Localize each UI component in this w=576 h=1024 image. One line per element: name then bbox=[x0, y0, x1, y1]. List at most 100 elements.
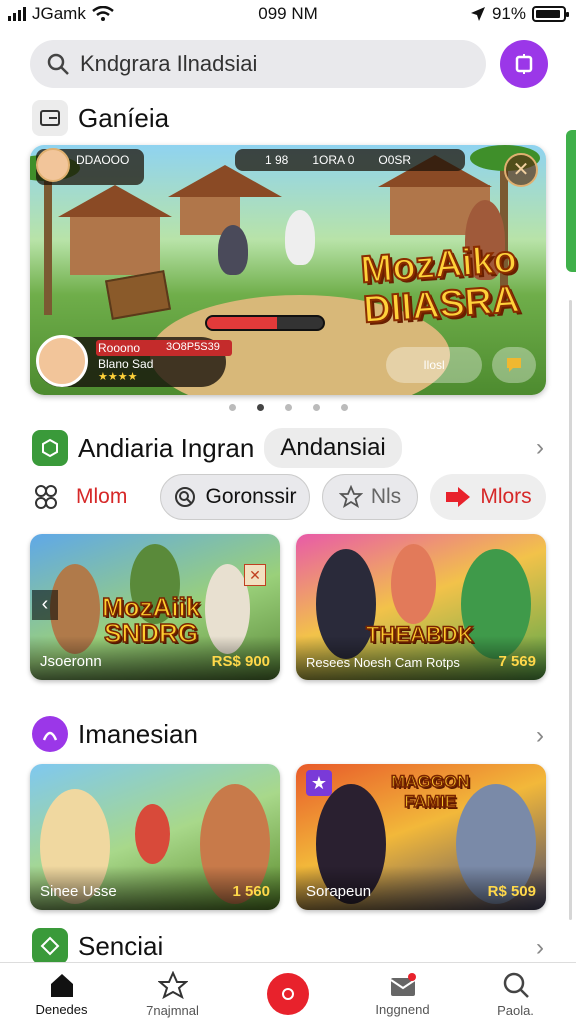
nav-record[interactable] bbox=[230, 963, 345, 1024]
nav-label: 7najmnal bbox=[146, 1002, 199, 1018]
chip-label: Nls bbox=[370, 485, 402, 508]
reward-label: Ilosl bbox=[423, 358, 445, 372]
categories-title: Andiaria Ingran bbox=[78, 432, 255, 463]
star-icon bbox=[338, 485, 363, 508]
card-name: Sorapeun bbox=[306, 883, 372, 900]
location-icon bbox=[470, 7, 485, 21]
card-logo-line: MozAiik bbox=[101, 592, 201, 622]
carousel-dot[interactable] bbox=[340, 404, 348, 411]
battery-percent: 91% bbox=[491, 4, 526, 23]
carousel-prev-button[interactable]: ‹ bbox=[32, 590, 58, 620]
chevron-right-icon[interactable]: › bbox=[536, 722, 544, 750]
second-section-header[interactable]: Imanesian bbox=[32, 716, 198, 752]
game-card[interactable]: Sinee Usse 1 560 bbox=[30, 764, 280, 910]
filter-chips: Mlom Goronssir Nls Mlors bbox=[32, 474, 548, 520]
health-bar-fill bbox=[207, 317, 277, 329]
hud-avatar bbox=[36, 148, 70, 182]
hero-logo-line: DIIASRA bbox=[361, 278, 522, 333]
chip-label: Mlors bbox=[480, 485, 532, 508]
card-name: Resees Noesh Cam Rotps bbox=[306, 655, 460, 670]
status-bar: JGamk 099 NM 91% bbox=[0, 0, 576, 30]
second-section-title: Imanesian bbox=[78, 718, 198, 749]
carousel-dot[interactable] bbox=[284, 404, 292, 411]
people-icon bbox=[35, 485, 57, 509]
carousel-dots[interactable] bbox=[0, 404, 576, 411]
battery-fill bbox=[536, 10, 560, 18]
scrollbar[interactable] bbox=[569, 300, 572, 920]
search-icon bbox=[175, 487, 196, 507]
chevron-right-icon[interactable]: › bbox=[536, 934, 544, 962]
reward-button[interactable]: Ilosl bbox=[386, 347, 482, 383]
search-icon bbox=[503, 972, 529, 998]
categories-header[interactable]: Andiaria Ingran Andansiai bbox=[32, 428, 402, 468]
hud-label: DDAOOO bbox=[76, 153, 130, 167]
bottom-nav: Denedes 7najmnal Inggnend Paola. bbox=[0, 962, 576, 1024]
game-card[interactable]: THEABDK Resees Noesh Cam Rotps 7 569 bbox=[296, 534, 546, 680]
carousel-dot[interactable] bbox=[228, 404, 236, 411]
card-name: Jsoeronn bbox=[40, 653, 102, 670]
featured-header: Ganíeia bbox=[32, 100, 169, 136]
nav-messages[interactable]: Inggnend bbox=[345, 963, 460, 1024]
hero-scene-palm bbox=[44, 165, 52, 315]
card-character bbox=[391, 544, 436, 624]
diamond-icon bbox=[32, 928, 68, 964]
profile-button[interactable] bbox=[500, 40, 548, 88]
nav-label: Paola. bbox=[497, 1002, 534, 1018]
featured-title: Ganíeia bbox=[78, 102, 170, 133]
card-price: R$ 509 bbox=[487, 883, 536, 900]
hero-scene-hut bbox=[58, 185, 172, 275]
card-price: 1 560 bbox=[232, 883, 270, 900]
card-logo-line: MAGGON bbox=[390, 771, 470, 792]
star-icon: ★ bbox=[306, 770, 332, 796]
chip-label: Goronssir bbox=[205, 485, 297, 508]
player-stats: 3O8P5S39 bbox=[166, 341, 220, 353]
close-icon[interactable]: ✕ bbox=[244, 564, 266, 586]
card-character bbox=[135, 804, 170, 864]
chip-arrow[interactable]: Mlors bbox=[430, 474, 546, 520]
player-rating: ★★★★ bbox=[98, 371, 138, 383]
arc-icon bbox=[32, 716, 68, 752]
chip-search[interactable]: Goronssir bbox=[160, 474, 310, 520]
side-drawer-handle[interactable] bbox=[566, 130, 576, 272]
arrow-icon bbox=[446, 487, 471, 507]
home-icon bbox=[50, 973, 73, 997]
carousel-dot[interactable] bbox=[312, 404, 320, 411]
chevron-right-icon[interactable]: › bbox=[536, 434, 544, 462]
search-input[interactable] bbox=[80, 51, 460, 77]
card-name: Sinee Usse bbox=[40, 883, 117, 900]
nav-home[interactable]: Denedes bbox=[4, 963, 119, 1024]
third-section-title: Senciai bbox=[78, 930, 164, 961]
player-name: Rooono bbox=[98, 341, 141, 355]
chat-button[interactable] bbox=[492, 347, 536, 383]
record-icon bbox=[266, 973, 309, 1015]
hexagon-icon bbox=[32, 430, 68, 466]
chip-label: Mlom bbox=[76, 485, 128, 508]
hero-character bbox=[285, 210, 315, 265]
mail-icon bbox=[389, 972, 416, 996]
health-bar bbox=[205, 315, 325, 331]
chat-icon bbox=[507, 358, 521, 372]
third-section-header[interactable]: Senciai bbox=[32, 928, 163, 964]
hud-stat: O0SR bbox=[378, 153, 412, 167]
nav-favorites[interactable]: 7najmnal bbox=[115, 963, 230, 1024]
player-avatar[interactable] bbox=[36, 335, 88, 387]
carousel-dot[interactable] bbox=[256, 404, 264, 411]
chip-star[interactable]: Nls bbox=[322, 474, 418, 520]
nav-label: Inggnend bbox=[375, 1001, 430, 1017]
game-card[interactable]: ★ MAGGON FAMIE Sorapeun R$ 509 bbox=[296, 764, 546, 910]
chip-people[interactable]: Mlom bbox=[32, 474, 142, 520]
card-price: 7 569 bbox=[498, 653, 536, 670]
card-logo-line: FAMIE bbox=[403, 791, 457, 812]
nav-search[interactable]: Paola. bbox=[458, 963, 573, 1024]
card-price: RS$ 900 bbox=[211, 653, 270, 670]
hud-stat: 1 98 bbox=[265, 153, 289, 167]
game-card[interactable]: MozAiik SNDRG ‹ ✕ Jsoeronn RS$ 900 bbox=[30, 534, 280, 680]
hud-top-stats: 1 98 1ORA 0 O0SR bbox=[235, 149, 465, 171]
search-bar[interactable] bbox=[30, 40, 486, 88]
categories-badge[interactable]: Andansiai bbox=[264, 428, 402, 468]
hero-banner[interactable]: DDAOOO 1 98 1ORA 0 O0SR ✕ MozAiko DIIASR… bbox=[30, 145, 546, 395]
close-icon[interactable]: ✕ bbox=[504, 153, 538, 187]
square-icon bbox=[515, 54, 533, 74]
star-icon bbox=[157, 970, 188, 999]
hero-character bbox=[218, 225, 248, 275]
